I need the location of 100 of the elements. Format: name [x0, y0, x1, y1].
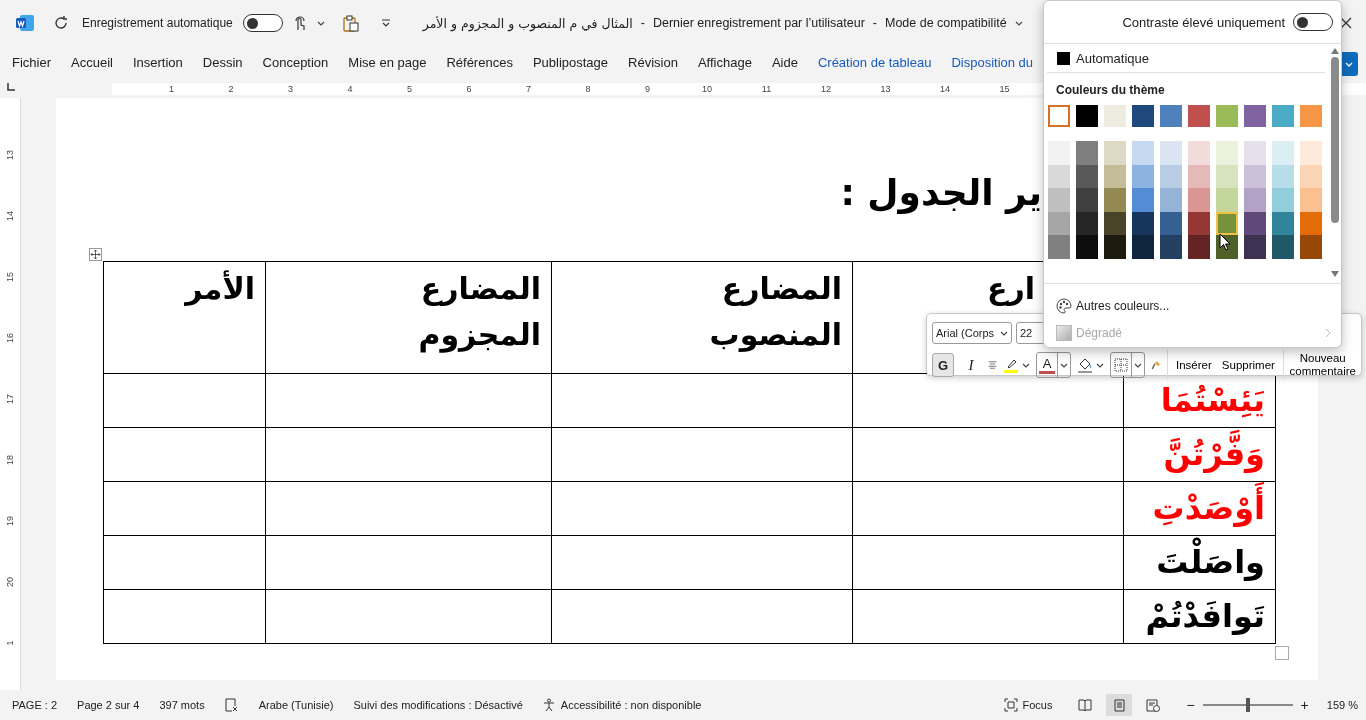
scroll-down-icon[interactable] [1331, 271, 1339, 278]
tab-stop-icon[interactable] [7, 83, 15, 91]
ribbon-tab[interactable]: Révision [628, 48, 678, 78]
close-icon[interactable] [1339, 16, 1353, 30]
ribbon-tab[interactable]: Dessin [202, 48, 243, 78]
font-field[interactable]: Arial (Corps [932, 322, 1012, 344]
toolbar-button[interactable]: Supprimer [1219, 359, 1277, 371]
color-swatch[interactable] [1188, 105, 1210, 128]
ribbon-tab[interactable]: Mise en page [348, 48, 427, 78]
color-swatch[interactable] [1132, 164, 1154, 189]
ribbon-tab[interactable]: Aide [771, 48, 798, 78]
slider-thumb[interactable] [1245, 698, 1250, 712]
color-swatch[interactable] [1160, 105, 1182, 128]
scrollbar-thumb[interactable] [1331, 57, 1339, 224]
color-swatch[interactable] [1160, 211, 1182, 236]
color-swatch[interactable] [1048, 235, 1070, 259]
automatic-swatch[interactable] [1057, 51, 1070, 65]
color-swatch[interactable] [1244, 164, 1266, 189]
color-swatch[interactable] [1272, 141, 1294, 165]
borders-button[interactable] [1110, 352, 1146, 378]
color-swatch[interactable] [1188, 164, 1210, 189]
color-swatch[interactable] [1300, 188, 1322, 212]
color-swatch[interactable] [1160, 141, 1182, 165]
color-swatch[interactable] [1300, 211, 1322, 236]
bold-button[interactable]: G [932, 353, 954, 377]
color-swatch[interactable] [1132, 188, 1154, 212]
focus-text[interactable]: Focus [1022, 699, 1053, 711]
color-swatch[interactable] [1048, 105, 1070, 128]
ribbon-tab[interactable]: Insertion [132, 48, 183, 78]
color-swatch[interactable] [1188, 235, 1210, 259]
color-swatch[interactable] [1076, 105, 1098, 128]
focus-icon[interactable] [1004, 698, 1019, 712]
color-swatch[interactable] [1076, 141, 1098, 165]
track-changes-text[interactable]: Suivi des modifications : Désactivé [353, 699, 523, 711]
italic-button[interactable]: I [960, 353, 982, 377]
color-swatch[interactable] [1104, 211, 1126, 236]
touch-icon[interactable] [292, 14, 307, 32]
proofing-icon[interactable] [224, 698, 239, 712]
ribbon-tab[interactable]: Disposition du [951, 48, 1034, 78]
color-swatch[interactable] [1132, 141, 1154, 165]
high-contrast-toggle[interactable] [1293, 13, 1333, 32]
color-swatch[interactable] [1104, 188, 1126, 212]
ribbon-tab[interactable]: Conception [262, 48, 329, 78]
color-swatch[interactable] [1244, 141, 1266, 165]
customize-icon[interactable] [380, 19, 391, 27]
color-swatch[interactable] [1076, 235, 1098, 259]
color-swatch[interactable] [1244, 235, 1266, 259]
color-swatch[interactable] [1132, 235, 1154, 259]
zoom-in-button[interactable]: + [1300, 697, 1309, 713]
zoom-level[interactable]: 159 % [1326, 699, 1358, 711]
language-text[interactable]: Arabe (Tunisie) [258, 699, 334, 711]
color-swatch[interactable] [1300, 235, 1322, 259]
ribbon-tab[interactable]: Affichage [697, 48, 752, 78]
ribbon-tab[interactable]: Accueil [71, 48, 113, 78]
accessibility-text[interactable]: Accessibilité : non disponible [560, 699, 702, 711]
ribbon-tab[interactable]: Création de tableau [817, 48, 932, 78]
color-swatch[interactable] [1160, 164, 1182, 189]
color-swatch[interactable] [1216, 211, 1238, 236]
color-swatch[interactable] [1048, 164, 1070, 189]
color-swatch[interactable] [1188, 188, 1210, 212]
color-swatch[interactable] [1300, 141, 1322, 165]
new-comment-button[interactable]: Nouveau commentaire [1289, 352, 1356, 378]
ribbon-tab[interactable]: Publipostage [532, 48, 609, 78]
scroll-up-icon[interactable] [1331, 48, 1339, 55]
color-swatch[interactable] [1104, 105, 1126, 128]
color-swatch[interactable] [1216, 164, 1238, 189]
color-swatch[interactable] [1104, 235, 1126, 259]
color-swatch[interactable] [1048, 141, 1070, 165]
app-icon[interactable] [16, 15, 34, 31]
color-swatch[interactable] [1104, 141, 1126, 165]
menu-item[interactable]: Automatique [1076, 50, 1149, 66]
color-swatch[interactable] [1216, 105, 1238, 128]
move-handle-icon[interactable] [89, 248, 102, 261]
color-swatch[interactable] [1300, 105, 1322, 128]
color-swatch[interactable] [1076, 164, 1098, 189]
zoom-out-button[interactable]: − [1186, 697, 1195, 713]
align-icon[interactable] [988, 359, 998, 371]
color-swatch[interactable] [1300, 164, 1322, 189]
color-swatch[interactable] [1272, 105, 1294, 128]
view-button[interactable] [1106, 694, 1133, 716]
color-swatch[interactable] [1132, 211, 1154, 236]
ribbon-tab[interactable]: Fichier [12, 48, 51, 78]
color-swatch[interactable] [1272, 164, 1294, 189]
color-swatch[interactable] [1104, 164, 1126, 189]
sync-icon[interactable] [52, 14, 70, 32]
accessibility-icon[interactable] [542, 698, 557, 712]
color-swatch[interactable] [1132, 105, 1154, 128]
clipboard-icon[interactable] [342, 14, 359, 32]
highlighter-icon[interactable] [1003, 357, 1020, 373]
color-swatch[interactable] [1188, 211, 1210, 236]
color-swatch[interactable] [1076, 188, 1098, 212]
color-swatch[interactable] [1272, 235, 1294, 259]
color-swatch[interactable] [1160, 188, 1182, 212]
resize-handle[interactable] [1275, 646, 1289, 660]
color-swatch[interactable] [1160, 235, 1182, 259]
color-swatch[interactable] [1216, 188, 1238, 212]
color-swatch[interactable] [1272, 211, 1294, 236]
color-swatch[interactable] [1244, 188, 1266, 212]
autosave-toggle[interactable] [242, 14, 283, 32]
color-swatch[interactable] [1048, 211, 1070, 236]
